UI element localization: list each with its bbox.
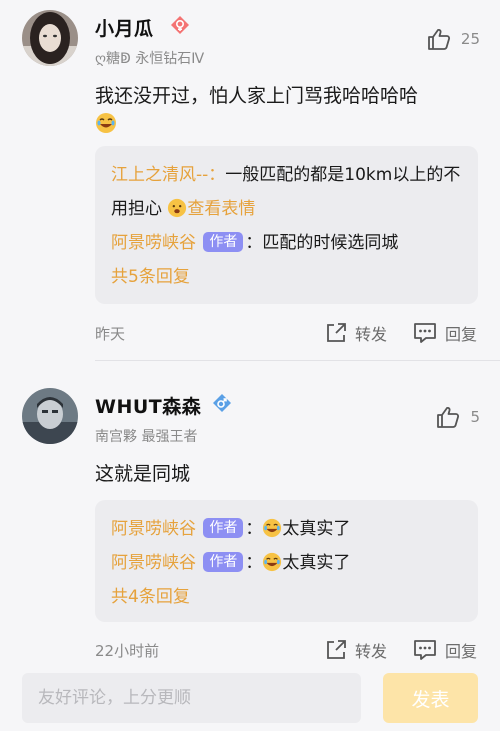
share-icon [327,640,346,659]
timestamp: 昨天 [95,325,126,343]
reply-text: 太真实了 [282,553,351,573]
reply-text: 太真实了 [282,519,351,539]
comment-icon [414,640,436,660]
male-gender-icon [212,393,232,413]
reply-author[interactable]: 阿景唠峡谷 [111,553,196,573]
reply-author[interactable]: 江上之清风--： [111,165,225,185]
user-rank: ღ糖ↁ 永恒钻石Ⅳ [95,51,205,67]
comment-footer: 昨天 转发 回复 [95,321,480,345]
reply-item: 阿景唠峡谷 作者： 太真实了 [111,546,462,580]
thumbs-up-icon [428,28,450,50]
laughing-emoji-icon [263,552,282,572]
laughing-emoji-icon [263,518,282,538]
reply-text: 匹配的时候选同城 [262,233,399,253]
share-icon [327,323,346,342]
view-emoji-link[interactable]: 查看表情 [187,199,255,219]
more-replies-link[interactable]: 共5条回复 [111,260,462,294]
user-rank: 南宫夥 最强王者 [95,429,198,445]
forward-button[interactable]: 转发 [325,321,387,345]
like-count: 5 [470,408,480,426]
reply-author[interactable]: 阿景唠峡谷 [111,519,196,539]
forward-label: 转发 [355,642,388,661]
reply-box[interactable]: 江上之清风--：一般匹配的都是10km以上的不用担心 查看表情 阿景唠峡谷 作者… [95,146,478,304]
forward-button[interactable]: 转发 [325,638,387,662]
reply-separator: ： [245,519,263,539]
like-count: 25 [460,30,480,48]
reply-box[interactable]: 阿景唠峡谷 作者： 太真实了 阿景唠峡谷 作者： 太真实了 共4条回复 [95,500,478,622]
reply-separator: ： [245,553,263,573]
laughing-emoji-icon [96,113,116,133]
reply-button[interactable]: 回复 [413,638,477,662]
reply-button[interactable]: 回复 [413,321,477,345]
username[interactable]: 小月瓜 [95,14,154,41]
author-badge: 作者 [203,232,244,252]
comment-2: WHUT森森 南宫夥 最强王者 5 这就是同城 阿景唠峡谷 作者： 太真实了 阿… [0,361,500,661]
author-badge: 作者 [203,518,244,538]
comment-text: 这就是同城 [95,463,191,485]
reply-label: 回复 [445,325,478,344]
author-badge: 作者 [203,552,244,572]
reply-item: 阿景唠峡谷 作者： 太真实了 [111,512,462,546]
forward-label: 转发 [355,325,388,344]
female-gender-icon [170,15,190,35]
reply-separator: ： [245,233,263,253]
like-button[interactable]: 25 [427,28,480,50]
comment-input[interactable] [22,673,361,723]
send-button[interactable]: 发表 [383,673,478,723]
comment-1: 小月瓜 ღ糖ↁ 永恒钻石Ⅳ 25 我还没开过，怕人家上门骂我哈哈哈哈 江上之清风… [0,0,500,360]
comment-icon [414,323,436,343]
avatar[interactable] [22,388,78,444]
reply-item: 阿景唠峡谷 作者 ：匹配的时候选同城 [111,226,462,260]
avatar[interactable] [22,10,78,66]
comment-body: 我还没开过，怕人家上门骂我哈哈哈哈 [95,85,419,107]
smile-emoji-icon [168,198,187,218]
like-button[interactable]: 5 [436,406,480,428]
timestamp: 22小时前 [95,642,160,660]
more-replies-link[interactable]: 共4条回复 [111,580,462,614]
username[interactable]: WHUT森森 [95,392,201,419]
reply-author[interactable]: 阿景唠峡谷 [111,233,196,253]
reply-label: 回复 [445,642,478,661]
comment-text: 我还没开过，怕人家上门骂我哈哈哈哈 [95,82,480,138]
comment-footer: 22小时前 转发 回复 [95,638,480,662]
comment-input-bar: 发表 [0,664,500,731]
reply-item: 江上之清风--：一般匹配的都是10km以上的不用担心 查看表情 [111,158,462,226]
thumbs-up-icon [437,406,460,428]
